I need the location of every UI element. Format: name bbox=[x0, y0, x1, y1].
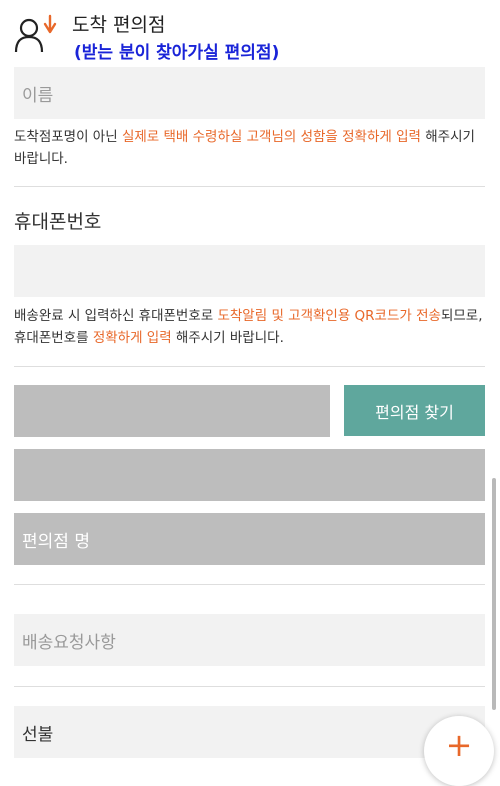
phone-input[interactable] bbox=[14, 245, 485, 297]
person-arrow-down-icon bbox=[14, 12, 62, 56]
name-instruction-note: 도착점포명이 아닌 실제로 택배 수령하실 고객님의 성함을 정확하게 입력 해… bbox=[14, 126, 484, 170]
store-name-placeholder: 편의점 명 bbox=[22, 531, 90, 552]
delivery-request-input[interactable]: 배송요청사항 bbox=[14, 614, 485, 666]
note-text: 도착점포명이 아닌 bbox=[14, 129, 122, 145]
store-address-field bbox=[14, 449, 485, 501]
note-highlight: 정확하게 입력 bbox=[92, 330, 172, 346]
note-text: 배송완료 시 입력하신 휴대폰번호로 bbox=[14, 308, 218, 324]
note-highlight: 실제로 택배 수령하실 고객님의 성함을 정확하게 입력 bbox=[121, 129, 421, 145]
name-input-placeholder: 이름 bbox=[22, 85, 54, 106]
divider bbox=[14, 584, 485, 585]
phone-instruction-note: 배송완료 시 입력하신 휴대폰번호로 도착알림 및 고객확인용 QR코드가 전송… bbox=[14, 305, 484, 349]
find-store-button[interactable]: 편의점 찾기 bbox=[344, 385, 485, 436]
delivery-request-placeholder: 배송요청사항 bbox=[22, 632, 116, 653]
phone-label: 휴대폰번호 bbox=[14, 211, 102, 233]
floating-add-button[interactable]: + bbox=[424, 716, 494, 786]
name-input[interactable]: 이름 bbox=[14, 67, 485, 119]
store-name-field: 편의점 명 bbox=[14, 513, 485, 565]
divider bbox=[14, 686, 485, 687]
section-title: 도착 편의점 bbox=[72, 14, 166, 36]
note-text: 해주시기 바랍니다. bbox=[171, 330, 284, 346]
payment-type-select[interactable]: 선불 bbox=[14, 706, 485, 758]
plus-icon: + bbox=[445, 726, 473, 764]
divider bbox=[14, 366, 485, 367]
scrollbar[interactable] bbox=[492, 478, 496, 710]
section-subtitle: (받는 분이 찾아가실 편의점) bbox=[74, 43, 280, 63]
store-search-input[interactable] bbox=[14, 385, 330, 437]
note-highlight: 도착알림 및 고객확인용 QR코드가 전송 bbox=[217, 308, 441, 324]
divider bbox=[14, 186, 485, 187]
payment-type-value: 선불 bbox=[22, 724, 54, 745]
